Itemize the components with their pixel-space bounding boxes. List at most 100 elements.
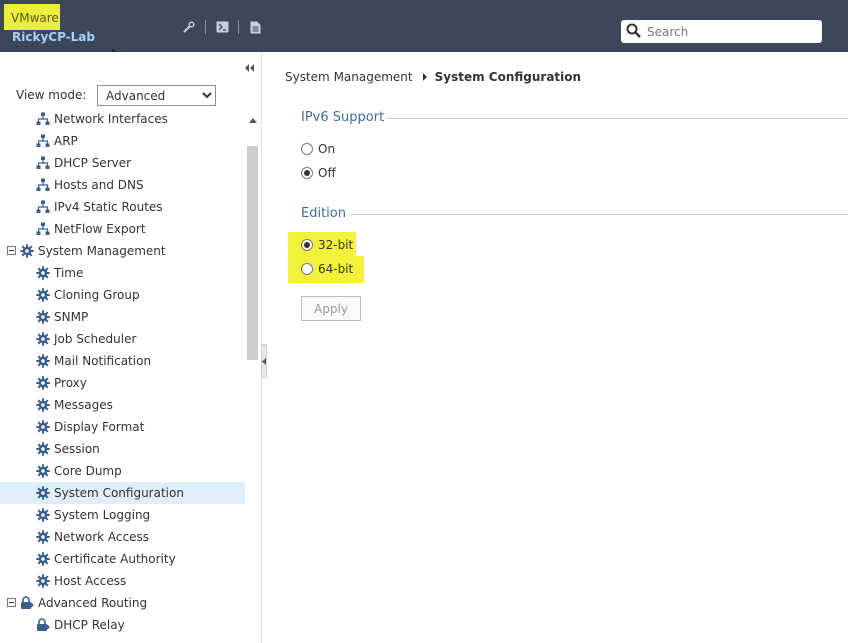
navigation-tree: Network Interfaces ARP DHCP Server Hosts an…: [0, 108, 245, 643]
gear-icon: [36, 354, 50, 368]
sidebar-item-system-management[interactable]: System Management: [0, 240, 245, 262]
sidebar-item-arp[interactable]: ARP: [0, 130, 245, 152]
sidebar-item-label: Network Access: [54, 530, 149, 544]
sidebar-item-label: Network Interfaces: [54, 112, 168, 126]
sidebar-item-mail-notification[interactable]: Mail Notification: [0, 350, 245, 372]
sidebar-item-label: Time: [54, 266, 84, 280]
search-input[interactable]: [647, 24, 807, 39]
sidebar-item-label: Hosts and DNS: [54, 178, 144, 192]
gear-icon: [36, 266, 50, 280]
sidebar-item-label: Core Dump: [54, 464, 122, 478]
routing-icon: [36, 618, 50, 632]
sidebar-item-label: Display Format: [54, 420, 145, 434]
sidebar-item-ipv4-static-routes[interactable]: IPv4 Static Routes: [0, 196, 245, 218]
gear-icon: [36, 376, 50, 390]
scrollbar-thumb[interactable]: [247, 146, 258, 360]
sidebar-item-proxy[interactable]: Proxy: [0, 372, 245, 394]
navigation-panel: View mode: Advanced Network Interfaces AR…: [0, 52, 267, 643]
collapse-panel-icon[interactable]: [245, 64, 254, 75]
edition-section-header: Edition: [301, 206, 848, 221]
edition-32bit-option[interactable]: 32-bit: [301, 238, 353, 252]
view-mode-label: View mode:: [16, 88, 87, 102]
gear-icon: [36, 530, 50, 544]
sidebar-item-advanced-routing[interactable]: Advanced Routing: [0, 592, 245, 614]
search-box[interactable]: [621, 20, 822, 43]
gear-icon: [20, 244, 34, 258]
edition-section-title: Edition: [301, 206, 346, 221]
ipv6-off-radio[interactable]: [301, 167, 313, 179]
top-header: VMware RickyCP-Lab: [0, 0, 848, 52]
sidebar-item-messages[interactable]: Messages: [0, 394, 245, 416]
section-divider: [387, 118, 848, 119]
search-icon: [626, 23, 641, 41]
sidebar-item-dhcp-relay[interactable]: DHCP Relay: [0, 614, 245, 636]
sidebar-item-label: Mail Notification: [54, 354, 152, 368]
section-divider: [351, 214, 848, 215]
network-icon: [36, 112, 50, 126]
ipv6-on-radio[interactable]: [301, 143, 313, 155]
sidebar-item-certificate-authority[interactable]: Certificate Authority: [0, 548, 245, 570]
gear-icon: [36, 552, 50, 566]
gear-icon: [36, 398, 50, 412]
sidebar-item-label: ARP: [54, 134, 78, 148]
gear-icon: [36, 574, 50, 588]
sidebar-item-host-access[interactable]: Host Access: [0, 570, 245, 592]
sidebar-item-network-access[interactable]: Network Access: [0, 526, 245, 548]
view-mode-select[interactable]: Advanced: [97, 85, 216, 106]
vendor-label: VMware: [4, 4, 60, 30]
gear-icon: [36, 420, 50, 434]
view-mode-control: View mode: Advanced: [16, 85, 216, 106]
document-icon[interactable]: [248, 20, 262, 34]
sidebar-item-job-scheduler[interactable]: Job Scheduler: [0, 328, 245, 350]
breadcrumb: System Management System Configuration: [285, 70, 581, 84]
gear-icon: [36, 332, 50, 346]
sidebar-item-label: Cloning Group: [54, 288, 140, 302]
sidebar-item-system-configuration[interactable]: System Configuration: [0, 482, 245, 504]
sidebar-item-netflow-export[interactable]: NetFlow Export: [0, 218, 245, 240]
sidebar-item-label: Session: [54, 442, 100, 456]
scroll-up-arrow-icon[interactable]: [249, 112, 257, 123]
header-toolbar: [182, 20, 262, 34]
edition-64bit-radio[interactable]: [301, 263, 313, 275]
sidebar-item-snmp[interactable]: SNMP: [0, 306, 245, 328]
panel-splitter[interactable]: [261, 344, 267, 378]
edition-64bit-option[interactable]: 64-bit: [301, 262, 353, 276]
breadcrumb-current: System Configuration: [434, 70, 582, 84]
sidebar-item-session[interactable]: Session: [0, 438, 245, 460]
sidebar-item-label: DHCP Server: [54, 156, 132, 170]
network-icon: [36, 222, 50, 236]
edition-32bit-radio[interactable]: [301, 239, 313, 251]
sidebar-item-network-interfaces[interactable]: Network Interfaces: [0, 108, 245, 130]
sidebar-item-label: Messages: [54, 398, 113, 412]
sidebar-item-label: DHCP Relay: [54, 618, 125, 632]
gear-icon: [36, 310, 50, 324]
ipv6-section-header: IPv6 Support: [301, 110, 848, 125]
routing-icon: [20, 596, 34, 610]
sidebar-item-cloning-group[interactable]: Cloning Group: [0, 284, 245, 306]
sidebar-item-label: System Configuration: [54, 486, 184, 500]
breadcrumb-arrow-icon: [422, 73, 427, 81]
ipv6-off-label: Off: [318, 166, 336, 180]
collapse-toggle-icon[interactable]: [7, 246, 16, 255]
wrench-icon[interactable]: [182, 20, 196, 34]
sidebar-item-hosts-and-dns[interactable]: Hosts and DNS: [0, 174, 245, 196]
ipv6-on-label: On: [318, 142, 336, 156]
terminal-icon[interactable]: [215, 20, 229, 34]
apply-button[interactable]: Apply: [301, 296, 361, 321]
ipv6-off-option[interactable]: Off: [301, 166, 336, 180]
sidebar-item-label: Job Scheduler: [54, 332, 137, 346]
sidebar-item-system-logging[interactable]: System Logging: [0, 504, 245, 526]
sidebar-item-display-format[interactable]: Display Format: [0, 416, 245, 438]
sidebar-item-core-dump[interactable]: Core Dump: [0, 460, 245, 482]
edition-64bit-label: 64-bit: [318, 262, 354, 276]
sidebar-item-dhcp-server[interactable]: DHCP Server: [0, 152, 245, 174]
ipv6-section-title: IPv6 Support: [301, 110, 385, 125]
sidebar-item-label: System Logging: [54, 508, 151, 522]
network-icon: [36, 156, 50, 170]
collapse-toggle-icon[interactable]: [7, 598, 16, 607]
sidebar-item-label: IPv4 Static Routes: [54, 200, 163, 214]
ipv6-on-option[interactable]: On: [301, 142, 335, 156]
gear-icon: [36, 508, 50, 522]
sidebar-item-time[interactable]: Time: [0, 262, 245, 284]
breadcrumb-parent[interactable]: System Management: [285, 70, 413, 84]
